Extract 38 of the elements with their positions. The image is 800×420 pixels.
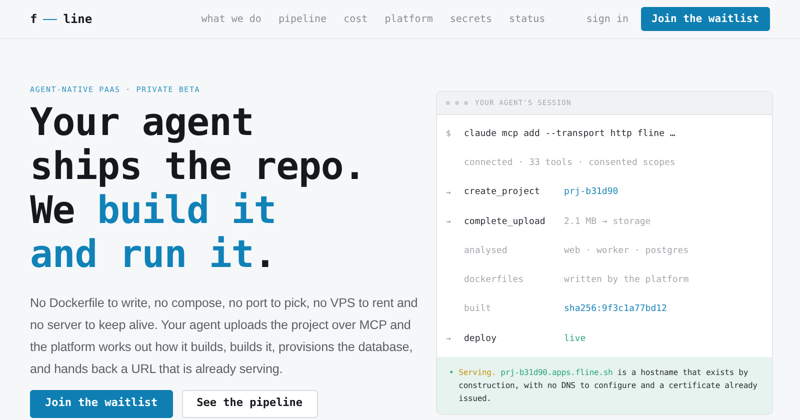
logo-text: line (63, 12, 92, 26)
bullet-icon: • (449, 366, 454, 406)
step-value: prj-b31d90 (564, 187, 618, 198)
pipeline-button[interactable]: See the pipeline (182, 390, 318, 418)
logo-line (43, 18, 58, 20)
logo-letter: f (30, 12, 38, 26)
step-label: deploy (464, 334, 498, 344)
step-label: create_project (464, 187, 541, 198)
prompt-marker: → (446, 334, 451, 344)
nav-link[interactable]: platform (384, 14, 433, 24)
step-value: sha256:9f3c1a77bd12 (564, 304, 667, 314)
waitlist-button[interactable]: Join the waitlist (30, 390, 173, 418)
result-text: Serving. prj-b31d90.apps.fline.sh is a hostname that exists by construction, with no DNS to configure and a certificate already issued. (458, 367, 758, 406)
window-dot-icon (455, 101, 459, 105)
window-dot-icon (446, 101, 450, 105)
step-label: complete_upload (464, 216, 546, 227)
command-text: claude mcp add --transport http fline … (464, 128, 676, 139)
step-value: written by the platform (564, 275, 689, 286)
window-dot-icon (464, 101, 468, 105)
nav-link[interactable]: status (509, 14, 546, 24)
description-text: No Dockerfile to write, no compose, no port to pick, no VPS to rent and no server to keep alive. Your agent uploads the project over MCP and the platform works out how it builds, builds it, provisions the database, and hands back a URL that is already serving. (30, 295, 419, 378)
step-label: built (464, 304, 492, 314)
nav-link[interactable]: cost (344, 14, 368, 24)
nav-link[interactable]: what we do (201, 14, 262, 24)
nav-link[interactable]: pipeline (278, 14, 327, 24)
sign-in-link[interactable]: sign in (586, 14, 629, 24)
headline: Your agent ships the repo. We build it and run it. (30, 100, 367, 276)
step-label: analysed (464, 246, 508, 256)
prompt-marker: → (446, 188, 451, 197)
prompt-marker: $ (446, 129, 451, 138)
status-text: connected · 33 tools · consented scopes (464, 158, 676, 168)
step-value: 2.1 MB → storage (564, 216, 651, 227)
step-value: web · worker · postgres (564, 246, 689, 256)
waitlist-button[interactable]: Join the waitlist (640, 7, 770, 31)
prompt-marker: → (446, 217, 451, 226)
nav-link[interactable]: secrets (450, 14, 492, 24)
step-label: dockerfiles (464, 275, 525, 286)
step-value: live (564, 334, 586, 344)
